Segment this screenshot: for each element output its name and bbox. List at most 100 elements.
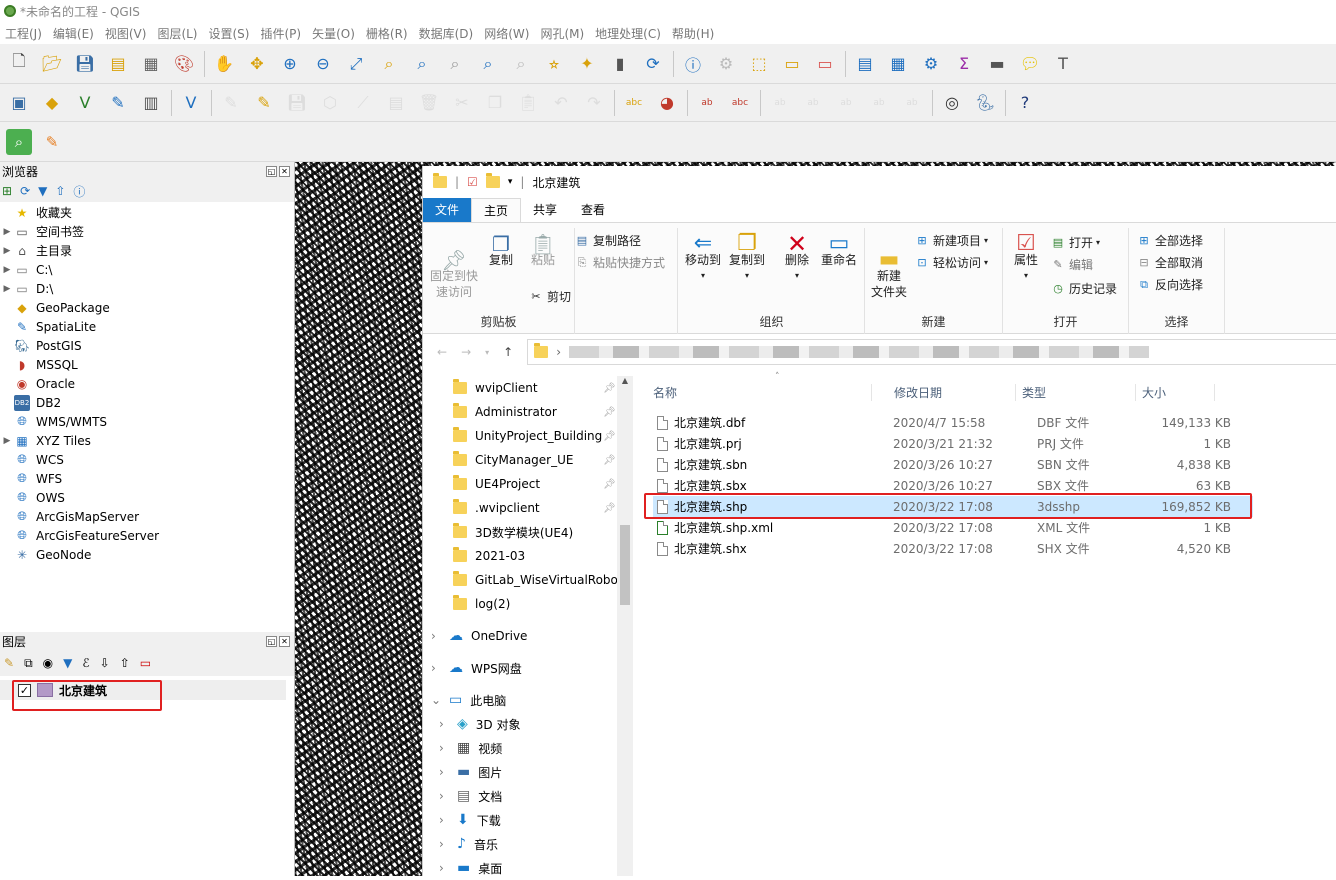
nav-pc-item[interactable]: › ▦ 视频 xyxy=(439,736,502,760)
nav-root-item[interactable]: ⌄ ▭ 此电脑 xyxy=(431,688,506,712)
modify-attributes-icon[interactable]: ▤ xyxy=(383,90,409,116)
properties-quick-icon[interactable]: ☑ xyxy=(467,175,478,189)
nav-quick-access-item[interactable]: 3D数学模块(UE4) xyxy=(453,520,573,544)
new-spatialite-icon[interactable]: ✎ xyxy=(105,90,131,116)
nav-pc-item[interactable]: › ♪ 音乐 xyxy=(439,832,498,856)
map-canvas[interactable] xyxy=(294,162,424,876)
recent-dropdown-icon[interactable]: ▾ xyxy=(485,348,489,357)
copy-to-button[interactable]: ❐ 复制到 ▾ xyxy=(725,233,769,284)
zoom-selection-icon[interactable]: ⌕ xyxy=(376,51,402,77)
nav-scroll-thumb[interactable] xyxy=(620,525,630,605)
zoom-next-icon[interactable]: ⌕ xyxy=(508,51,534,77)
nav-quick-access-item[interactable]: log(2) xyxy=(453,592,510,616)
easy-access-button[interactable]: ⊡ 轻松访问 ▾ xyxy=(915,254,988,271)
browser-item[interactable]: 🐘︎ PostGIS xyxy=(0,336,294,355)
pan-to-selection-icon[interactable]: ✥ xyxy=(244,51,270,77)
zoom-layer-icon[interactable]: ⌕ xyxy=(409,51,435,77)
plugin-globe-icon[interactable]: ◎ xyxy=(939,90,965,116)
delete-selected-icon[interactable]: 🗑︎ xyxy=(416,90,442,116)
identify-icon[interactable]: ⓘ xyxy=(680,51,706,77)
new-geopackage-icon[interactable]: ◆ xyxy=(39,90,65,116)
change-label-icon[interactable]: ab xyxy=(899,90,925,116)
browser-item[interactable]: ▶ ▭ C:\ xyxy=(0,260,294,279)
expand-arrow-icon[interactable]: › xyxy=(439,765,449,779)
history-button[interactable]: ◷ 历史记录 xyxy=(1051,280,1117,297)
refresh-icon[interactable]: ⟳ xyxy=(20,184,30,198)
expand-arrow-icon[interactable]: › xyxy=(439,837,449,851)
label-rule-icon[interactable]: ◕ xyxy=(654,90,680,116)
nav-pc-item[interactable]: › ▬ 图片 xyxy=(439,760,502,784)
zoom-in-icon[interactable]: ⊕ xyxy=(277,51,303,77)
browser-item[interactable]: ▶ ▭ D:\ xyxy=(0,279,294,298)
temporal-icon[interactable]: ▮ xyxy=(607,51,633,77)
move-label-icon[interactable]: ab xyxy=(833,90,859,116)
copy-button[interactable]: ❐ 复制 xyxy=(481,234,521,268)
browser-item[interactable]: 🌐︎ WFS xyxy=(0,469,294,488)
float-panel-icon[interactable]: ◱ xyxy=(266,635,277,647)
file-row[interactable]: 北京建筑.sbn 2020/3/26 10:27 SBN 文件 4,838 KB xyxy=(653,454,1253,475)
nav-pc-item[interactable]: › ◈ 3D 对象 xyxy=(439,712,520,736)
close-panel-icon[interactable]: ✕ xyxy=(279,635,290,647)
nav-quick-access-item[interactable]: .wvipclient 📌︎ xyxy=(453,496,616,520)
layout-manager-icon[interactable]: ▦ xyxy=(138,51,164,77)
toggle-editing-icon[interactable]: ✎ xyxy=(251,90,277,116)
browser-item[interactable]: ◉ Oracle xyxy=(0,374,294,393)
expand-arrow-icon[interactable]: › xyxy=(439,741,449,755)
select-features-icon[interactable]: ⬚ xyxy=(746,51,772,77)
python-console-icon[interactable]: 🐍︎ xyxy=(972,90,998,116)
nav-root-item[interactable]: › ☁ OneDrive xyxy=(431,624,527,648)
expand-arrow-icon[interactable]: ▶ xyxy=(0,436,14,446)
nav-quick-access-item[interactable]: CityManager_UE 📌︎ xyxy=(453,448,616,472)
new-folder-quick-icon[interactable] xyxy=(485,173,500,188)
collapse-all-icon[interactable]: ⇧ xyxy=(55,184,65,198)
help-icon[interactable]: ? xyxy=(1012,90,1038,116)
menu-item[interactable]: 网络(W) xyxy=(479,25,535,42)
save-project-icon[interactable]: 💾︎ xyxy=(72,51,98,77)
browser-item[interactable]: ◆ GeoPackage xyxy=(0,298,294,317)
column-type[interactable]: 类型 xyxy=(1015,383,1135,401)
save-edits-icon[interactable]: 💾︎ xyxy=(284,90,310,116)
cut-button[interactable]: ✂ 剪切 xyxy=(529,288,571,305)
digitize-icon[interactable]: V xyxy=(178,90,204,116)
close-panel-icon[interactable]: ✕ xyxy=(279,165,290,177)
nav-quick-access-item[interactable]: UE4Project 📌︎ xyxy=(453,472,616,496)
add-group-icon[interactable]: ⧉ xyxy=(24,656,33,671)
zoom-last-icon[interactable]: ⌕ xyxy=(475,51,501,77)
browser-item[interactable]: DB2 DB2 xyxy=(0,393,294,412)
new-shapefile-icon[interactable]: V xyxy=(72,90,98,116)
filter-legend-icon[interactable]: ▼ xyxy=(63,656,72,670)
paste-button[interactable]: 📋︎ 粘贴 xyxy=(523,234,563,268)
ribbon-tab[interactable]: 共享 xyxy=(521,198,569,222)
collapse-all-icon[interactable]: ⇧ xyxy=(120,656,130,670)
expand-all-icon[interactable]: ⇩ xyxy=(100,656,110,670)
browser-item[interactable]: 🌐︎ OWS xyxy=(0,488,294,507)
zoom-out-icon[interactable]: ⊖ xyxy=(310,51,336,77)
pin-label-icon[interactable]: ab xyxy=(767,90,793,116)
file-row[interactable]: 北京建筑.prj 2020/3/21 21:32 PRJ 文件 1 KB xyxy=(653,433,1253,454)
properties-button[interactable]: ☑ 属性 ▾ xyxy=(1007,233,1045,284)
nav-pc-item[interactable]: › ▤ 文档 xyxy=(439,784,502,808)
map-tips-bubble-icon[interactable]: 💬︎ xyxy=(1017,51,1043,77)
expand-arrow-icon[interactable]: ▶ xyxy=(0,246,14,256)
menu-item[interactable]: 数据库(D) xyxy=(414,25,480,42)
browser-item[interactable]: ✳ GeoNode xyxy=(0,545,294,564)
select-all-button[interactable]: ⊞ 全部选择 xyxy=(1137,232,1203,249)
file-row[interactable]: 北京建筑.dbf 2020/4/7 15:58 DBF 文件 149,133 KB xyxy=(653,412,1253,433)
label-toolbar-icon[interactable]: abc xyxy=(727,90,753,116)
show-bookmarks-icon[interactable]: ✦ xyxy=(574,51,600,77)
menu-item[interactable]: 插件(P) xyxy=(255,25,307,42)
expand-arrow-icon[interactable]: ▶ xyxy=(0,284,14,294)
nav-quick-access-item[interactable]: 2021-03 xyxy=(453,544,525,568)
menu-item[interactable]: 栅格(R) xyxy=(361,25,414,42)
menu-item[interactable]: 编辑(E) xyxy=(48,25,100,42)
expand-arrow-icon[interactable]: › xyxy=(431,629,441,643)
refresh-icon[interactable]: ⟳ xyxy=(640,51,666,77)
undo-icon[interactable]: ↶ xyxy=(548,90,574,116)
statistics-icon[interactable]: Σ xyxy=(951,51,977,77)
open-button[interactable]: ▤ 打开 ▾ xyxy=(1051,234,1100,251)
browser-item[interactable]: ✎ SpatiaLite xyxy=(0,317,294,336)
select-value-icon[interactable]: ▭ xyxy=(779,51,805,77)
menu-item[interactable]: 帮助(H) xyxy=(667,25,720,42)
menu-item[interactable]: 网孔(M) xyxy=(535,25,590,42)
file-row[interactable]: 北京建筑.shx 2020/3/22 17:08 SHX 文件 4,520 KB xyxy=(653,538,1253,559)
